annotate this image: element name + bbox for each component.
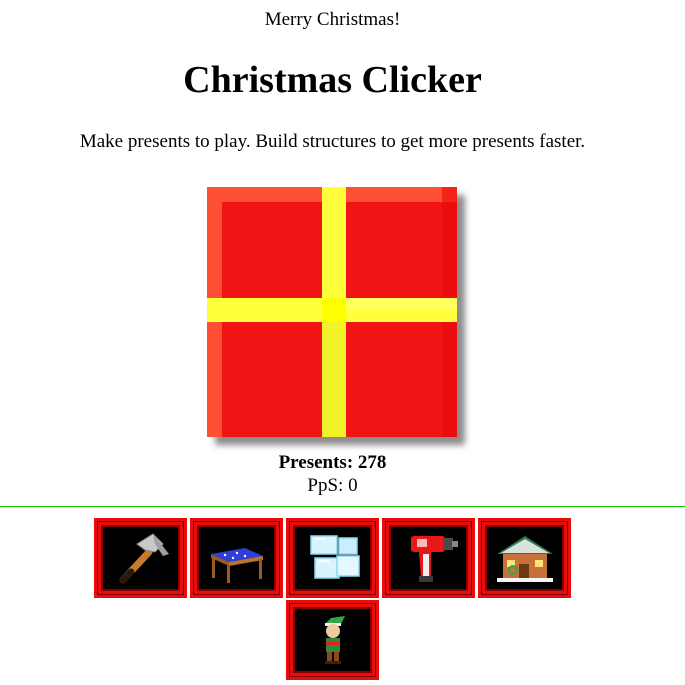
hammer-icon — [119, 533, 169, 584]
ice-blocks-icon — [309, 535, 360, 579]
instructions-text: Make presents to play. Build structures … — [79, 131, 586, 152]
store-item-drill[interactable] — [382, 518, 475, 598]
page-title: Christmas Clicker — [183, 59, 482, 101]
greeting-text: Merry Christmas! — [264, 9, 401, 30]
workshop-house-icon — [496, 536, 553, 582]
present-icon — [207, 187, 457, 437]
store-item-workshop[interactable] — [478, 518, 571, 598]
store-item-hammer[interactable] — [94, 518, 187, 598]
presents-counter: Presents: 278 — [278, 452, 387, 473]
present-button[interactable] — [207, 187, 457, 437]
presents-per-second: PpS: 0 — [307, 475, 358, 496]
elf-icon — [324, 616, 345, 664]
drill-icon — [410, 536, 458, 582]
store-item-elf[interactable] — [286, 600, 379, 680]
store-panel — [86, 518, 579, 680]
store-item-ice-blocks[interactable] — [286, 518, 379, 598]
divider-line — [0, 506, 685, 507]
workbench-icon — [210, 548, 263, 583]
store-item-workbench[interactable] — [190, 518, 283, 598]
